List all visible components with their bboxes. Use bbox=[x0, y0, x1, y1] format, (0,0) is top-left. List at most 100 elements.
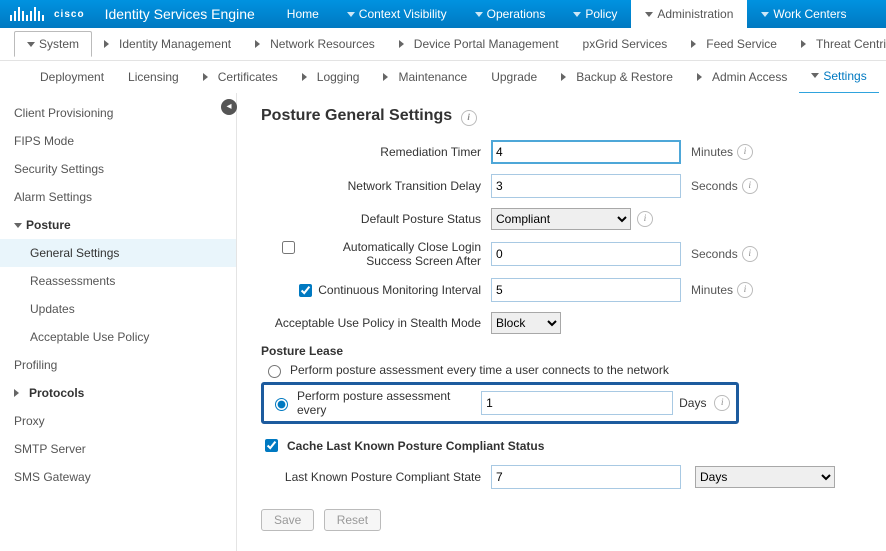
label-lease-always: Perform posture assessment every time a … bbox=[290, 363, 669, 377]
row-cache-status: Cache Last Known Posture Compliant Statu… bbox=[261, 436, 876, 455]
row-auto-close: Automatically Close Login Success Screen… bbox=[261, 240, 876, 268]
section-title-posture-lease: Posture Lease bbox=[261, 344, 876, 358]
caret-right-icon bbox=[203, 73, 212, 81]
sidebar-item-alarm-settings[interactable]: Alarm Settings bbox=[0, 183, 236, 211]
cisco-logo-icon bbox=[10, 7, 44, 21]
info-icon[interactable]: i bbox=[737, 144, 753, 160]
unit-days: Days bbox=[679, 396, 706, 410]
subnav-system[interactable]: System bbox=[14, 31, 92, 57]
info-icon[interactable]: i bbox=[742, 178, 758, 194]
ternav-upgrade[interactable]: Upgrade bbox=[479, 61, 549, 93]
topnav: Home Context Visibility Operations Polic… bbox=[273, 0, 861, 28]
sidebar-item-fips-mode[interactable]: FIPS Mode bbox=[0, 127, 236, 155]
subnav-network-resources[interactable]: Network Resources bbox=[243, 32, 387, 56]
label-default-posture-status: Default Posture Status bbox=[261, 212, 491, 226]
button-row: Save Reset bbox=[261, 509, 876, 531]
remediation-timer-input[interactable] bbox=[491, 140, 681, 164]
unit-seconds: Seconds bbox=[691, 247, 738, 261]
caret-right-icon bbox=[561, 73, 570, 81]
row-lease-always: Perform posture assessment every time a … bbox=[263, 362, 876, 378]
lease-every-input[interactable] bbox=[481, 391, 673, 415]
lease-always-radio[interactable] bbox=[268, 365, 281, 378]
auto-close-checkbox[interactable] bbox=[282, 241, 295, 254]
save-button[interactable]: Save bbox=[261, 509, 314, 531]
ternav-certificates[interactable]: Certificates bbox=[191, 61, 290, 93]
caret-right-icon bbox=[104, 40, 113, 48]
label-continuous-monitoring: Continuous Monitoring Interval bbox=[318, 283, 481, 297]
subnav-device-portal-management[interactable]: Device Portal Management bbox=[387, 32, 571, 56]
sidebar: ◂ Client Provisioning FIPS Mode Security… bbox=[0, 93, 237, 551]
subnav-feed-service[interactable]: Feed Service bbox=[679, 32, 789, 56]
ternav-admin-access[interactable]: Admin Access bbox=[685, 61, 799, 93]
cache-state-unit-select[interactable]: Days bbox=[695, 466, 835, 488]
topnav-administration[interactable]: Administration bbox=[631, 0, 747, 28]
caret-down-icon bbox=[347, 12, 355, 17]
caret-right-icon bbox=[691, 40, 700, 48]
lease-every-radio[interactable] bbox=[275, 398, 288, 411]
sidebar-group-protocols[interactable]: Protocols bbox=[0, 379, 236, 407]
ternav-backup-restore[interactable]: Backup & Restore bbox=[549, 61, 685, 93]
aup-stealth-select[interactable]: Block bbox=[491, 312, 561, 334]
label-cache-status: Cache Last Known Posture Compliant Statu… bbox=[287, 439, 544, 453]
topnav-home[interactable]: Home bbox=[273, 0, 333, 28]
ternav-settings[interactable]: Settings bbox=[799, 61, 878, 93]
ternav-maintenance[interactable]: Maintenance bbox=[371, 61, 479, 93]
cache-status-checkbox[interactable] bbox=[265, 439, 278, 452]
main: ◂ Client Provisioning FIPS Mode Security… bbox=[0, 93, 886, 551]
sidebar-item-smtp-server[interactable]: SMTP Server bbox=[0, 435, 236, 463]
row-continuous-monitoring: Continuous Monitoring Interval Minutes i bbox=[261, 278, 876, 302]
info-icon[interactable]: i bbox=[737, 282, 753, 298]
page-title: Posture General Settings i bbox=[261, 107, 876, 126]
caret-right-icon bbox=[302, 73, 311, 81]
continuous-monitoring-checkbox[interactable] bbox=[299, 284, 312, 297]
sidebar-item-client-provisioning[interactable]: Client Provisioning bbox=[0, 99, 236, 127]
caret-right-icon bbox=[255, 40, 264, 48]
sidebar-group-posture[interactable]: Posture bbox=[0, 211, 236, 239]
topbar: cisco Identity Services Engine Home Cont… bbox=[0, 0, 886, 28]
brand: cisco bbox=[0, 0, 95, 28]
continuous-monitoring-input[interactable] bbox=[491, 278, 681, 302]
caret-down-icon bbox=[761, 12, 769, 17]
subnav-pxgrid-services[interactable]: pxGrid Services bbox=[571, 32, 680, 56]
topnav-policy[interactable]: Policy bbox=[559, 0, 631, 28]
sidebar-item-security-settings[interactable]: Security Settings bbox=[0, 155, 236, 183]
sidebar-sub-general-settings[interactable]: General Settings bbox=[0, 239, 236, 267]
info-icon[interactable]: i bbox=[461, 110, 477, 126]
caret-right-icon bbox=[697, 73, 706, 81]
row-cache-state: Last Known Posture Compliant State Days bbox=[261, 465, 876, 489]
caret-right-icon bbox=[801, 40, 810, 48]
sidebar-item-sms-gateway[interactable]: SMS Gateway bbox=[0, 463, 236, 491]
cache-state-input[interactable] bbox=[491, 465, 681, 489]
row-network-transition-delay: Network Transition Delay Seconds i bbox=[261, 174, 876, 198]
sidebar-item-profiling[interactable]: Profiling bbox=[0, 351, 236, 379]
sidebar-sub-updates[interactable]: Updates bbox=[0, 295, 236, 323]
label-network-transition-delay: Network Transition Delay bbox=[261, 179, 491, 193]
ternav-licensing[interactable]: Licensing bbox=[116, 61, 191, 93]
network-transition-delay-input[interactable] bbox=[491, 174, 681, 198]
info-icon[interactable]: i bbox=[714, 395, 730, 411]
subnav: System Identity Management Network Resou… bbox=[0, 28, 886, 61]
unit-seconds: Seconds bbox=[691, 179, 738, 193]
vendor-name: cisco bbox=[54, 9, 85, 20]
info-icon[interactable]: i bbox=[637, 211, 653, 227]
sidebar-sub-acceptable-use-policy[interactable]: Acceptable Use Policy bbox=[0, 323, 236, 351]
info-icon[interactable]: i bbox=[742, 246, 758, 262]
caret-down-icon bbox=[645, 12, 653, 17]
sidebar-item-proxy[interactable]: Proxy bbox=[0, 407, 236, 435]
topnav-work-centers[interactable]: Work Centers bbox=[747, 0, 860, 28]
caret-down-icon bbox=[475, 12, 483, 17]
label-lease-every: Perform posture assessment every bbox=[297, 389, 477, 417]
ternav-logging[interactable]: Logging bbox=[290, 61, 372, 93]
subnav-identity-management[interactable]: Identity Management bbox=[92, 32, 243, 56]
topnav-operations[interactable]: Operations bbox=[461, 0, 560, 28]
sidebar-sub-reassessments[interactable]: Reassessments bbox=[0, 267, 236, 295]
auto-close-input[interactable] bbox=[491, 242, 681, 266]
default-posture-status-select[interactable]: Compliant bbox=[491, 208, 631, 230]
reset-button[interactable]: Reset bbox=[324, 509, 381, 531]
caret-down-icon bbox=[27, 42, 35, 47]
topnav-context-visibility[interactable]: Context Visibility bbox=[333, 0, 461, 28]
label-remediation-timer: Remediation Timer bbox=[261, 145, 491, 159]
subnav-threat-centric-nac[interactable]: Threat Centric NAC bbox=[789, 32, 886, 56]
ternav-deployment[interactable]: Deployment bbox=[28, 61, 116, 93]
sidebar-collapse-button[interactable]: ◂ bbox=[221, 99, 237, 115]
